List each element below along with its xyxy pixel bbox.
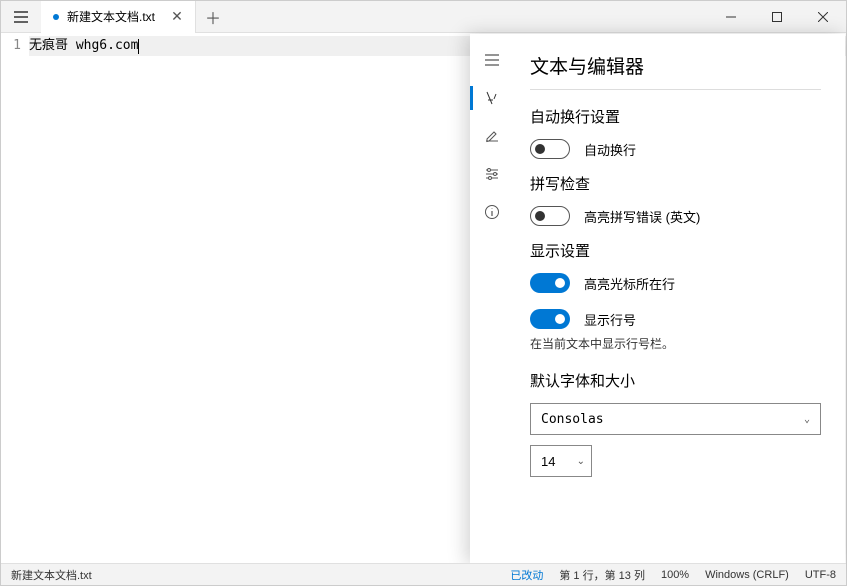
sliders-icon [484, 166, 500, 182]
chevron-down-icon: ⌄ [577, 456, 585, 467]
toggle-wrap[interactable] [530, 139, 570, 159]
toggle-spell[interactable] [530, 206, 570, 226]
toggle-knob [535, 211, 545, 221]
tab-title: 新建文本文档.txt [67, 8, 155, 25]
toggle-knob [555, 278, 565, 288]
panel-title: 文本与编辑器 [530, 52, 821, 79]
status-eol[interactable]: Windows (CRLF) [705, 569, 789, 581]
minimize-icon [726, 12, 736, 22]
file-tab[interactable]: 新建文本文档.txt ✕ [41, 1, 196, 33]
menu-button[interactable] [1, 1, 41, 33]
close-button[interactable] [800, 1, 846, 33]
setting-spell: 高亮拼写错误 (英文) [530, 206, 821, 226]
setting-highlight-line: 高亮光标所在行 [530, 273, 821, 293]
font-family-select[interactable]: Consolas ⌄ [530, 403, 821, 435]
chevron-down-icon: ⌄ [804, 414, 810, 425]
toggle-knob [535, 144, 545, 154]
status-modified[interactable]: 已改动 [510, 567, 543, 583]
divider [530, 89, 821, 90]
maximize-button[interactable] [754, 1, 800, 33]
setting-wrap: 自动换行 [530, 139, 821, 159]
font-size-select[interactable]: 14 ⌄ [530, 445, 592, 477]
text-icon [484, 90, 500, 106]
section-font-head: 默认字体和大小 [530, 370, 821, 391]
panel-tab-info[interactable] [472, 194, 512, 230]
new-tab-button[interactable]: ＋ [196, 1, 230, 33]
tab-close-button[interactable]: ✕ [165, 5, 189, 29]
status-bar: 新建文本文档.txt 已改动 第 1 行，第 13 列 100% Windows… [1, 563, 846, 585]
settings-panel: 文本与编辑器 自动换行设置 自动换行 拼写检查 高亮拼写错误 (英文) 显示设置… [470, 34, 845, 564]
minimize-button[interactable] [708, 1, 754, 33]
status-encoding[interactable]: UTF-8 [805, 569, 836, 581]
title-bar: 新建文本文档.txt ✕ ＋ [1, 1, 846, 33]
font-family-value: Consolas [541, 412, 604, 427]
font-size-value: 14 [541, 454, 555, 469]
edit-icon [484, 128, 500, 144]
panel-tab-settings[interactable] [472, 156, 512, 192]
toggle-knob [555, 314, 565, 324]
label-spell: 高亮拼写错误 (英文) [584, 207, 700, 226]
modified-dot-icon [53, 14, 59, 20]
info-icon [484, 204, 500, 220]
setting-show-lineno: 显示行号 [530, 309, 821, 329]
hamburger-icon [13, 9, 29, 25]
hint-lineno: 在当前文本中显示行号栏。 [530, 335, 821, 352]
panel-tab-text[interactable] [472, 80, 512, 116]
maximize-icon [772, 12, 782, 22]
line-text: 无痕哥 whg6.com [29, 36, 138, 56]
toggle-show-lineno[interactable] [530, 309, 570, 329]
section-wrap-head: 自动换行设置 [530, 106, 821, 127]
line-number: 1 [1, 36, 21, 56]
panel-sidebar [470, 34, 514, 564]
line-gutter: 1 [1, 33, 29, 564]
window-controls [708, 1, 846, 33]
text-cursor [138, 39, 139, 54]
section-display-head: 显示设置 [530, 240, 821, 261]
status-position[interactable]: 第 1 行，第 13 列 [559, 567, 645, 583]
close-icon [818, 12, 828, 22]
label-wrap: 自动换行 [584, 140, 636, 159]
status-file[interactable]: 新建文本文档.txt [11, 567, 494, 583]
panel-content: 文本与编辑器 自动换行设置 自动换行 拼写检查 高亮拼写错误 (英文) 显示设置… [514, 34, 845, 564]
hamburger-icon [484, 52, 500, 68]
label-highlight-line: 高亮光标所在行 [584, 274, 675, 293]
panel-menu-button[interactable] [472, 42, 512, 78]
toggle-highlight-line[interactable] [530, 273, 570, 293]
section-spell-head: 拼写检查 [530, 173, 821, 194]
status-zoom[interactable]: 100% [661, 569, 689, 581]
label-show-lineno: 显示行号 [584, 310, 636, 329]
panel-tab-edit[interactable] [472, 118, 512, 154]
